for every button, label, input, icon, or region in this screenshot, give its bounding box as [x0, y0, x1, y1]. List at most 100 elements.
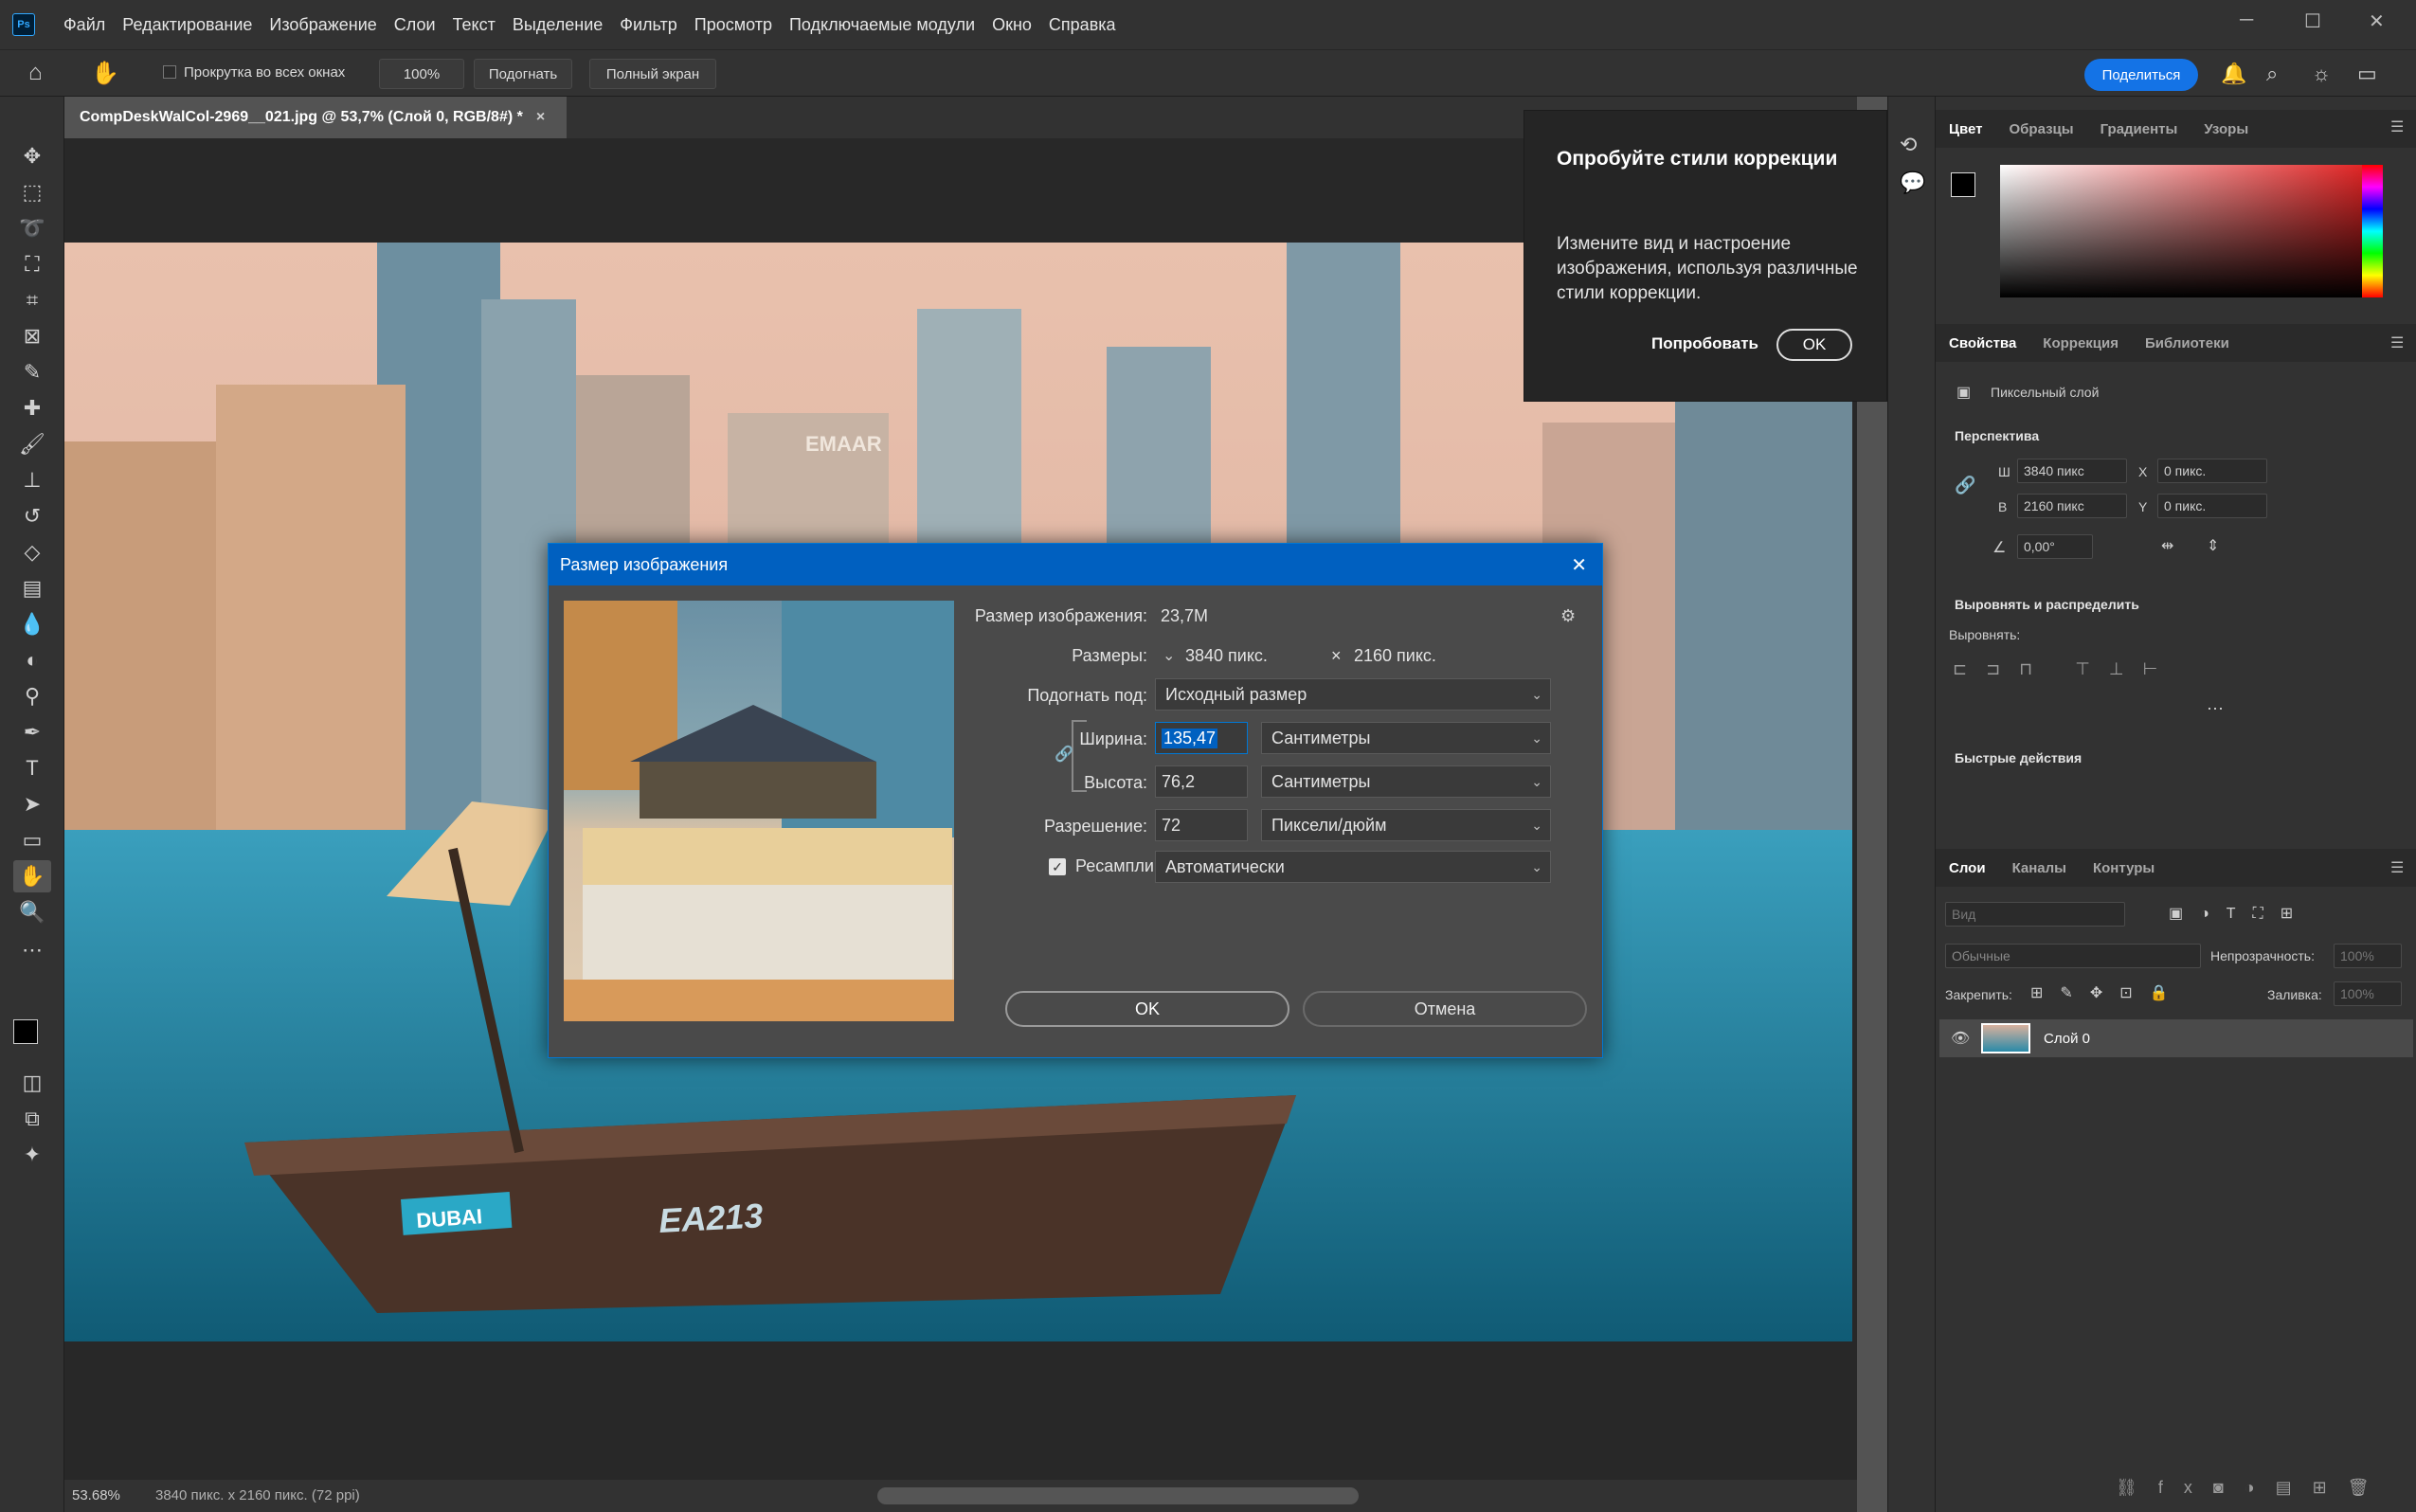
frame-tool-icon[interactable]: ⊠	[13, 320, 51, 352]
visibility-eye-icon[interactable]: 👁	[1951, 1029, 1970, 1048]
document-tab[interactable]: CompDeskWalCol-2969__021.jpg @ 53,7% (Сл…	[64, 97, 567, 138]
crop-tool-icon[interactable]: ⌗	[13, 284, 51, 316]
bell-icon[interactable]: 🔔	[2221, 62, 2246, 86]
menu-type[interactable]: Текст	[444, 15, 504, 35]
fill-field[interactable]: 100%	[2334, 981, 2402, 1006]
y-field[interactable]: 0 пикс.	[2157, 494, 2267, 518]
resolution-unit-select[interactable]: Пиксели/дюйм ⌄	[1261, 809, 1551, 841]
fit-screen-button[interactable]: Подогнать	[474, 59, 572, 89]
dialog-close-icon[interactable]: ✕	[1571, 553, 1587, 577]
history-icon[interactable]: ⟲	[1900, 133, 1917, 157]
width-input[interactable]: 135,47	[1155, 722, 1248, 754]
rectangle-tool-icon[interactable]: ▭	[13, 824, 51, 856]
menu-select[interactable]: Выделение	[504, 15, 611, 35]
marquee-tool-icon[interactable]: ⬚	[13, 176, 51, 208]
menu-help[interactable]: Справка	[1040, 15, 1125, 35]
layer-bottom-icons[interactable]: ⛓fx◙◑▤⊞🗑	[2116, 1478, 2390, 1498]
height-unit-select[interactable]: Сантиметры ⌄	[1261, 765, 1551, 798]
tab-properties[interactable]: Свойства	[1936, 335, 2029, 351]
stamp-tool-icon[interactable]: ⊥	[13, 464, 51, 496]
path-select-icon[interactable]: ➤	[13, 788, 51, 820]
history-brush-icon[interactable]: ↺	[13, 500, 51, 532]
close-tab-icon[interactable]: ×	[536, 109, 545, 126]
cancel-button[interactable]: Отмена	[1303, 991, 1587, 1027]
properties-menu-icon[interactable]: ☰	[2390, 333, 2404, 352]
workspace-icon[interactable]: ▭	[2357, 62, 2377, 86]
hue-slider[interactable]	[2362, 165, 2383, 297]
dodge-tool-icon[interactable]: ◐	[13, 644, 51, 676]
resolution-input[interactable]: 72	[1155, 809, 1248, 841]
resample-select[interactable]: Автоматически ⌄	[1155, 851, 1551, 883]
minimize-icon[interactable]: ─	[2240, 9, 2253, 31]
close-window-icon[interactable]: ✕	[2369, 9, 2385, 33]
opacity-field[interactable]: 100%	[2334, 944, 2402, 968]
angle-field[interactable]: 0,00°	[2017, 534, 2093, 559]
tab-layers[interactable]: Слои	[1936, 860, 1999, 876]
menu-image[interactable]: Изображение	[261, 15, 385, 35]
zoom-100-button[interactable]: 100%	[379, 59, 464, 89]
try-button[interactable]: Попробовать	[1651, 334, 1758, 353]
menu-file[interactable]: Файл	[55, 15, 114, 35]
eyedropper-icon[interactable]: ✎	[13, 356, 51, 388]
color-field[interactable]	[2000, 165, 2379, 297]
sponge-icon[interactable]: ⚲	[13, 680, 51, 712]
flip-horizontal-icon[interactable]: ⇹	[2161, 536, 2173, 555]
resample-checkbox[interactable]: ✓	[1049, 858, 1066, 875]
width-unit-select[interactable]: Сантиметры ⌄	[1261, 722, 1551, 754]
foreground-color-swatch[interactable]	[13, 1019, 38, 1044]
dims-dropdown-icon[interactable]: ⌄	[1163, 646, 1175, 665]
panel-menu-icon[interactable]: ☰	[2390, 117, 2404, 136]
perspective-title[interactable]: Перспектива	[1955, 428, 2039, 443]
align-title[interactable]: Выровнять и распределить	[1955, 597, 2139, 612]
tab-paths[interactable]: Контуры	[2080, 860, 2168, 876]
height-field[interactable]: 2160 пикс	[2017, 494, 2127, 518]
search-icon[interactable]: ⌕	[2266, 62, 2278, 86]
layer-filter-icons[interactable]: ▣◑T⛶⊞	[2169, 904, 2310, 923]
scroll-all-checkbox[interactable]	[163, 65, 176, 79]
more-tools-icon[interactable]: ⋯	[13, 934, 51, 966]
healing-brush-icon[interactable]: ✚	[13, 392, 51, 424]
gear-icon[interactable]: ⚙	[1560, 606, 1576, 626]
comments-icon[interactable]: 💬	[1900, 171, 1925, 195]
more-options-icon[interactable]: ⋯	[2207, 699, 2224, 719]
menu-window[interactable]: Окно	[983, 15, 1040, 35]
align-icons[interactable]: ⊏⊐⊓ ⊤⊥⊢	[1953, 659, 2176, 679]
menu-filter[interactable]: Фильтр	[611, 15, 685, 35]
object-select-icon[interactable]: ⛶	[13, 248, 51, 280]
layer-row[interactable]: 👁 Слой 0	[1939, 1019, 2413, 1057]
document-info[interactable]: 3840 пикс. x 2160 пикс. (72 ppi)	[155, 1487, 360, 1503]
lasso-tool-icon[interactable]: ➰	[13, 212, 51, 244]
blur-tool-icon[interactable]: 💧	[13, 608, 51, 640]
tab-color[interactable]: Цвет	[1936, 121, 1995, 137]
generate-icon[interactable]: ✦	[13, 1139, 51, 1171]
fullscreen-button[interactable]: Полный экран	[589, 59, 716, 89]
tab-channels[interactable]: Каналы	[1999, 860, 2080, 876]
link-icon[interactable]: 🔗	[1955, 476, 1975, 495]
tab-adjustments[interactable]: Коррекция	[2029, 335, 2132, 351]
fit-select[interactable]: Исходный размер ⌄	[1155, 678, 1551, 711]
tab-libraries[interactable]: Библиотеки	[2132, 335, 2243, 351]
hand-tool-icon[interactable]: ✋	[13, 860, 51, 892]
zoom-level[interactable]: 53.68%	[72, 1487, 120, 1503]
flip-vertical-icon[interactable]: ⇕	[2207, 536, 2219, 555]
eraser-tool-icon[interactable]: ◇	[13, 536, 51, 568]
horizontal-scrollbar[interactable]	[877, 1487, 1359, 1504]
zoom-tool-icon[interactable]: 🔍	[13, 896, 51, 928]
quick-actions-title[interactable]: Быстрые действия	[1955, 750, 2082, 765]
menu-view[interactable]: Просмотр	[686, 15, 781, 35]
blend-mode-select[interactable]: Обычные	[1945, 944, 2201, 968]
hand-tool-icon[interactable]: ✋	[91, 60, 119, 87]
tooltip-ok-button[interactable]: OK	[1776, 329, 1852, 361]
share-button[interactable]: Поделиться	[2084, 59, 2198, 91]
tab-gradients[interactable]: Градиенты	[2087, 121, 2191, 137]
menu-layers[interactable]: Слои	[386, 15, 444, 35]
layer-search-input[interactable]: Вид	[1945, 902, 2125, 927]
pen-tool-icon[interactable]: ✒	[13, 716, 51, 748]
lightbulb-icon[interactable]: ☼	[2312, 62, 2331, 86]
menu-edit[interactable]: Редактирование	[114, 15, 261, 35]
preview-image[interactable]	[564, 601, 954, 1021]
width-field[interactable]: 3840 пикс	[2017, 459, 2127, 483]
tab-patterns[interactable]: Узоры	[2191, 121, 2262, 137]
layers-menu-icon[interactable]: ☰	[2390, 858, 2404, 877]
gradient-tool-icon[interactable]: ▤	[13, 572, 51, 604]
